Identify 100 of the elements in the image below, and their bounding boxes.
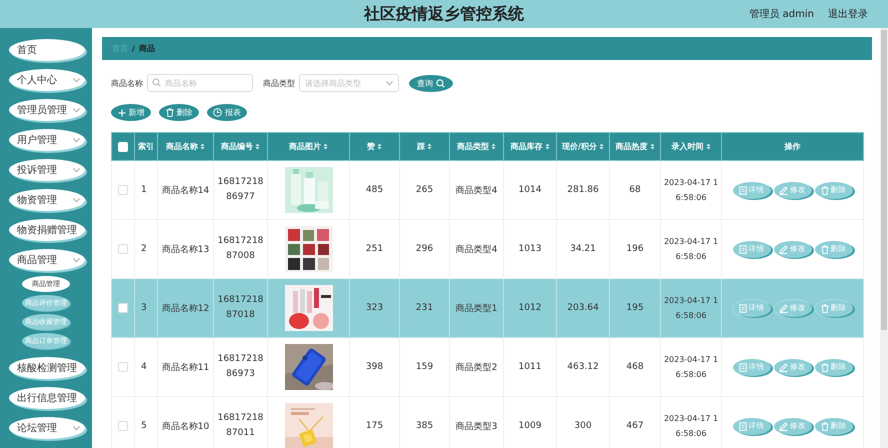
breadcrumb-separator: /: [132, 44, 135, 53]
sort-icon[interactable]: [544, 143, 550, 150]
query-button[interactable]: 查询: [409, 74, 453, 92]
chevron-down-icon: [73, 108, 80, 112]
chevron-down-icon: [73, 198, 80, 202]
table-cell: 485: [366, 185, 384, 195]
table-cell: 1013: [518, 244, 542, 254]
table-cell: 468: [626, 362, 644, 372]
table-cell: 385: [416, 421, 434, 431]
table-cell: 商品名称11: [162, 362, 210, 372]
row-checkbox[interactable]: [118, 420, 128, 431]
toolbar-button[interactable]: 删除: [159, 104, 199, 121]
field-label: 商品名称: [111, 78, 143, 88]
table-cell: 1014: [518, 185, 542, 195]
table-cell-text: 2023-04-17 16:58:06: [663, 413, 719, 440]
table-cell: 265: [416, 185, 434, 195]
table-cell: 商品类型1: [456, 304, 498, 314]
document-icon: [738, 244, 746, 254]
sidebar-item[interactable]: 首页: [9, 39, 85, 61]
table-cell: 商品名称13: [162, 244, 210, 254]
table-cell: 281.86: [567, 185, 599, 195]
scrollbar[interactable]: [880, 28, 888, 448]
sidebar-item[interactable]: 物资捐赠管理: [9, 219, 85, 241]
table-cell: 34.21: [570, 244, 596, 254]
app-title: 社区疫情返乡管控系统: [364, 4, 524, 24]
table-cell: 196: [626, 244, 644, 254]
chevron-down-icon: [73, 78, 80, 82]
sidebar-item[interactable]: 投诉管理: [9, 159, 85, 181]
chevron-down-icon: [73, 168, 80, 172]
document-icon: [738, 362, 746, 372]
table-cell: 159: [416, 362, 434, 372]
sort-icon[interactable]: [323, 143, 328, 150]
table-cell-text: 2023-04-17 16:58:06: [663, 177, 719, 204]
field-label: 商品类型: [263, 78, 295, 88]
sidebar-item[interactable]: 核酸检测管理: [9, 357, 85, 379]
row-checkbox[interactable]: [118, 302, 128, 313]
sidebar-item[interactable]: 用户管理: [9, 129, 85, 151]
sidebar-item[interactable]: 出行信息管理: [9, 387, 85, 409]
table-cell-text: 1681721887018: [216, 294, 264, 322]
search-icon: [436, 78, 445, 88]
chevron-down-icon: [73, 138, 80, 142]
logout-link[interactable]: 退出登录: [828, 7, 868, 21]
sidebar-item[interactable]: 个人中心: [9, 69, 85, 91]
sidebar-item[interactable]: 物资管理: [9, 189, 85, 211]
sort-icon[interactable]: [255, 143, 260, 150]
document-icon: [738, 304, 746, 312]
toolbar-button[interactable]: 报表: [207, 104, 247, 121]
sidebar-item[interactable]: 商品管理: [9, 249, 85, 271]
pencil-icon: [779, 422, 788, 430]
table-cell: 203.64: [567, 303, 599, 313]
sort-icon[interactable]: [377, 143, 382, 150]
row-checkbox[interactable]: [118, 184, 128, 195]
pencil-icon: [779, 304, 788, 312]
search-field[interactable]: 商品名称: [147, 74, 253, 92]
type-dropdown[interactable]: 请选择商品类型: [299, 74, 399, 92]
table-cell-text: 1681721886973: [216, 353, 264, 381]
column-header[interactable]: 踩: [417, 142, 432, 151]
table-cell-text: 1681721887008: [216, 235, 264, 263]
sort-icon[interactable]: [598, 143, 604, 150]
pencil-icon: [779, 244, 788, 254]
sort-icon[interactable]: [200, 143, 205, 150]
sort-icon[interactable]: [650, 143, 654, 150]
pencil-icon: [779, 186, 788, 194]
table-cell: 商品名称12: [162, 304, 210, 314]
search-icon: [152, 78, 161, 87]
select-all-checkbox[interactable]: [118, 142, 128, 152]
table-cell: 1009: [518, 421, 542, 431]
table-cell: 296: [416, 244, 434, 254]
row-checkbox[interactable]: [118, 362, 128, 372]
column-header[interactable]: 赞: [367, 142, 382, 151]
sidebar-item[interactable]: 论坛管理: [9, 417, 85, 439]
table-cell: 1011: [518, 362, 542, 372]
sort-icon[interactable]: [706, 143, 710, 150]
sort-icon[interactable]: [491, 143, 496, 150]
chevron-down-icon: [73, 426, 80, 430]
table-cell: 323: [366, 303, 384, 313]
row-checkbox[interactable]: [118, 244, 128, 254]
table-cell-text: 2023-04-17 16:58:06: [663, 236, 719, 263]
chevron-down-icon: [386, 80, 393, 86]
table-cell: 175: [366, 421, 384, 431]
chevron-down-icon: [73, 258, 80, 262]
column-header: 索引: [138, 142, 154, 151]
trash-icon: [820, 244, 828, 254]
document-icon: [738, 186, 746, 194]
table-cell: 商品类型4: [456, 186, 498, 196]
table-cell: 467: [626, 421, 644, 431]
table-cell: 5: [141, 421, 147, 431]
table-cell-text: 2023-04-17 16:58:06: [663, 354, 719, 381]
table-cell: 3: [141, 303, 147, 313]
trash-icon: [820, 304, 828, 312]
column-header[interactable]: 商品图片: [289, 142, 328, 151]
plus-icon: [118, 108, 126, 116]
toolbar-button[interactable]: 新增: [111, 104, 151, 121]
document-icon: [738, 422, 746, 430]
table-cell: 1012: [518, 303, 542, 313]
table-cell: 251: [366, 244, 384, 254]
sidebar-item[interactable]: 管理员管理: [9, 99, 85, 121]
sort-icon[interactable]: [427, 143, 432, 150]
table-cell-text: 1681721887011: [216, 412, 264, 440]
table-cell: 商品名称14: [162, 186, 210, 196]
